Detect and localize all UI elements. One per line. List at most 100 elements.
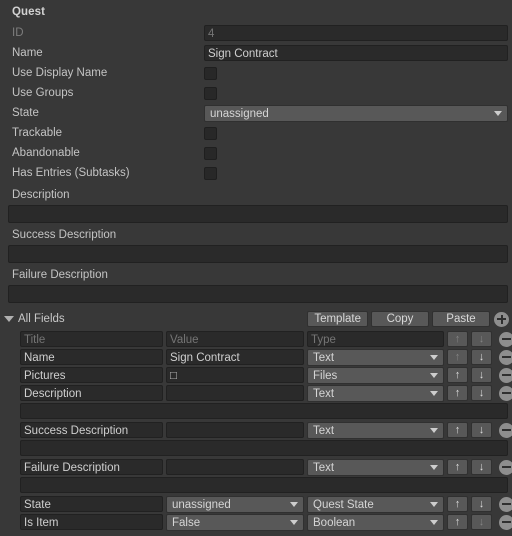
arrow-up-icon[interactable]: ↑ bbox=[447, 514, 468, 530]
row-type-dropdown[interactable]: Quest State bbox=[307, 495, 444, 513]
row-title-input[interactable]: Success Description bbox=[20, 422, 163, 438]
row-title-input[interactable]: Description bbox=[20, 385, 163, 401]
arrow-up-icon[interactable]: ↑ bbox=[447, 496, 468, 512]
plus-circle-icon[interactable] bbox=[494, 311, 509, 327]
arrow-down-icon[interactable]: ↓ bbox=[471, 349, 492, 365]
arrow-down-icon[interactable]: ↓ bbox=[471, 385, 492, 401]
minus-circle-icon[interactable] bbox=[499, 514, 512, 530]
table-row: Is Item False Boolean ↑ ↓ bbox=[0, 513, 512, 531]
property-label: Trackable bbox=[12, 127, 63, 139]
quest-inspector: Quest ID 4 Name Sign Contract Use Display Na… bbox=[0, 0, 512, 531]
property-list: ID 4 Name Sign Contract Use Display Name Use … bbox=[0, 23, 512, 183]
arrow-up-icon[interactable]: ↑ bbox=[447, 459, 468, 475]
row-title-input[interactable]: Is Item bbox=[20, 514, 163, 530]
dropdown-value: Text bbox=[313, 387, 335, 400]
arrow-down-icon[interactable]: ↓ bbox=[471, 422, 492, 438]
dropdown-value: Text bbox=[313, 351, 335, 364]
chevron-down-icon bbox=[494, 111, 502, 116]
template-button[interactable]: Template bbox=[307, 311, 368, 327]
column-header-type: Type bbox=[307, 331, 444, 347]
row-multiline-textarea[interactable] bbox=[20, 403, 508, 419]
paste-button[interactable]: Paste bbox=[432, 311, 490, 327]
arrow-up-icon[interactable]: ↑ bbox=[447, 367, 468, 383]
property-control bbox=[204, 66, 512, 80]
checkbox[interactable] bbox=[204, 126, 217, 140]
row-title-input[interactable]: Pictures bbox=[20, 367, 163, 383]
row-multiline-textarea[interactable] bbox=[20, 477, 508, 493]
row-multiline-value bbox=[0, 477, 512, 493]
minus-circle-icon[interactable] bbox=[499, 422, 512, 438]
chevron-down-icon[interactable] bbox=[4, 316, 14, 322]
dropdown-value: unassigned bbox=[172, 498, 231, 511]
copy-button[interactable]: Copy bbox=[371, 311, 429, 327]
arrow-down-icon: ↓ bbox=[471, 331, 492, 347]
property-control bbox=[204, 166, 512, 180]
arrow-up-icon: ↑ bbox=[447, 349, 468, 365]
checkbox[interactable] bbox=[204, 166, 217, 180]
row-value-input[interactable]: Sign Contract bbox=[166, 349, 304, 365]
row-type-dropdown[interactable]: Files bbox=[307, 366, 444, 384]
property-row: Trackable bbox=[0, 123, 512, 143]
minus-circle-icon[interactable] bbox=[499, 459, 512, 475]
property-label: Use Groups bbox=[12, 87, 74, 99]
section-title: Quest bbox=[12, 6, 46, 18]
row-title-input[interactable]: Failure Description bbox=[20, 459, 163, 475]
row-value-input[interactable]: □ bbox=[166, 367, 304, 383]
description-textarea[interactable] bbox=[8, 205, 508, 223]
row-type-dropdown[interactable]: Text bbox=[307, 458, 444, 476]
table-row: Success Description Text ↑ ↓ bbox=[0, 421, 512, 439]
row-value-input[interactable] bbox=[166, 385, 304, 401]
dropdown[interactable]: unassigned bbox=[204, 104, 508, 122]
property-row: Has Entries (Subtasks) bbox=[0, 163, 512, 183]
row-type-dropdown[interactable]: Text bbox=[307, 421, 444, 439]
dropdown-value: Text bbox=[313, 461, 335, 474]
arrow-up-icon[interactable]: ↑ bbox=[447, 422, 468, 438]
checkbox[interactable] bbox=[204, 66, 217, 80]
all-fields-foldout[interactable]: All Fields Template Copy Paste bbox=[0, 308, 512, 330]
readonly-text-field: 4 bbox=[204, 25, 508, 41]
description-textarea[interactable] bbox=[8, 245, 508, 263]
description-textarea[interactable] bbox=[8, 285, 508, 303]
checkbox[interactable] bbox=[204, 146, 217, 160]
row-value-dropdown[interactable]: unassigned bbox=[166, 495, 304, 513]
arrow-down-icon: ↓ bbox=[471, 514, 492, 530]
row-multiline-textarea[interactable] bbox=[20, 440, 508, 456]
property-label: State bbox=[12, 107, 39, 119]
property-control bbox=[204, 146, 512, 160]
property-label: Use Display Name bbox=[12, 67, 108, 79]
minus-circle-icon[interactable] bbox=[499, 349, 512, 365]
arrow-down-icon[interactable]: ↓ bbox=[471, 496, 492, 512]
dropdown-value: Files bbox=[313, 369, 338, 382]
row-value-input[interactable] bbox=[166, 422, 304, 438]
property-control: unassigned bbox=[204, 104, 512, 122]
row-type-dropdown[interactable]: Boolean bbox=[307, 513, 444, 531]
arrow-down-icon[interactable]: ↓ bbox=[471, 367, 492, 383]
row-title-input[interactable]: State bbox=[20, 496, 163, 512]
minus-circle-icon[interactable] bbox=[499, 367, 512, 383]
property-control bbox=[204, 126, 512, 140]
row-title-input[interactable]: Name bbox=[20, 349, 163, 365]
property-label: Name bbox=[12, 47, 43, 59]
chevron-down-icon bbox=[430, 373, 438, 378]
description-label: Failure Description bbox=[12, 269, 108, 281]
chevron-down-icon bbox=[430, 355, 438, 360]
arrow-up-icon[interactable]: ↑ bbox=[447, 385, 468, 401]
property-row: Abandonable bbox=[0, 143, 512, 163]
table-row: Description Text ↑ ↓ bbox=[0, 384, 512, 402]
minus-circle-icon[interactable] bbox=[499, 496, 512, 512]
checkbox[interactable] bbox=[204, 86, 217, 100]
minus-circle-icon[interactable] bbox=[499, 385, 512, 401]
chevron-down-icon bbox=[290, 520, 298, 525]
row-type-dropdown[interactable]: Text bbox=[307, 348, 444, 366]
chevron-down-icon bbox=[430, 391, 438, 396]
arrow-down-icon[interactable]: ↓ bbox=[471, 459, 492, 475]
column-header-title: Title bbox=[20, 331, 163, 347]
row-value-dropdown[interactable]: False bbox=[166, 513, 304, 531]
property-control: 4 bbox=[204, 25, 512, 41]
text-input[interactable]: Sign Contract bbox=[204, 45, 508, 61]
row-value-input[interactable] bbox=[166, 459, 304, 475]
chevron-down-icon bbox=[430, 520, 438, 525]
row-multiline-value bbox=[0, 440, 512, 456]
row-type-dropdown[interactable]: Text bbox=[307, 384, 444, 402]
dropdown-value: Quest State bbox=[313, 498, 374, 511]
